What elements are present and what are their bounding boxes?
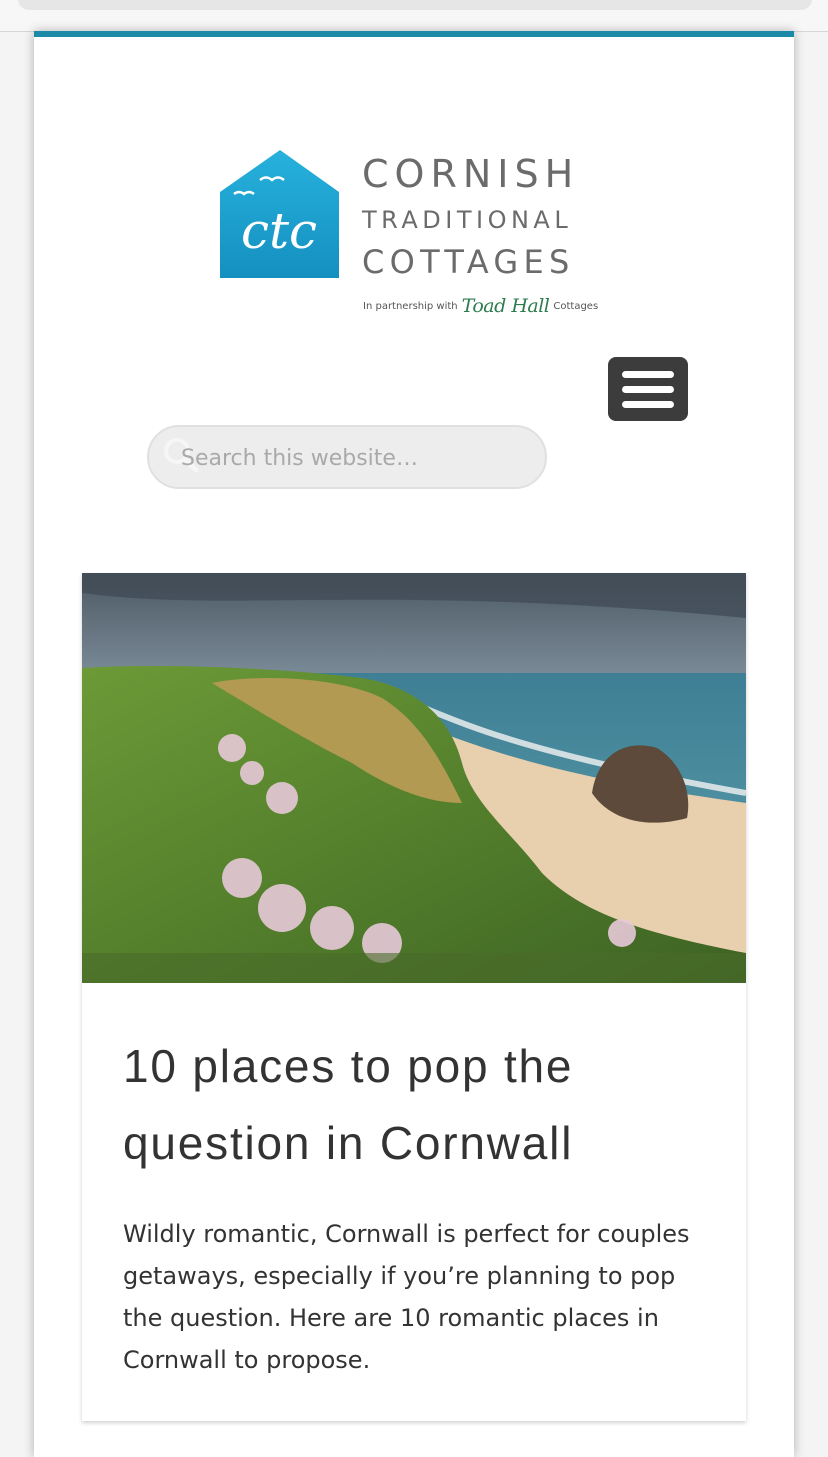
address-bar[interactable]: [18, 0, 812, 10]
partner-logo-text: Toad Hall: [461, 295, 550, 317]
post-excerpt: Wildly romantic, Cornwall is perfect for…: [123, 1220, 690, 1374]
search-box: [147, 425, 547, 489]
post-title[interactable]: 10 places to pop the question in Cornwal…: [123, 1028, 723, 1182]
house-logo-icon: ctc: [220, 150, 339, 278]
cliff-beach-photo[interactable]: [82, 573, 746, 983]
menu-bar-bottom: [622, 401, 674, 408]
browser-top-bar: [0, 0, 828, 32]
site-logo[interactable]: ctc CORNISH TRADITIONAL COTTAGES In part…: [220, 150, 620, 320]
menu-bar-top: [622, 371, 674, 378]
page-container: ctc CORNISH TRADITIONAL COTTAGES In part…: [34, 31, 794, 1457]
post-card[interactable]: 10 places to pop the question in Cornwal…: [82, 573, 746, 1421]
brand-name-line1: CORNISH: [362, 152, 580, 196]
svg-text:ctc: ctc: [241, 202, 317, 260]
brand-name-line3: COTTAGES: [362, 243, 575, 281]
partner-tagline: In partnership with Toad Hall Cottages: [363, 295, 598, 317]
brand-name-line2: TRADITIONAL: [362, 206, 573, 234]
search-input[interactable]: [179, 439, 523, 477]
hamburger-menu-button[interactable]: [608, 357, 688, 421]
partner-prefix: In partnership with: [363, 300, 458, 312]
partner-suffix: Cottages: [553, 300, 599, 312]
menu-bar-middle: [622, 386, 674, 393]
